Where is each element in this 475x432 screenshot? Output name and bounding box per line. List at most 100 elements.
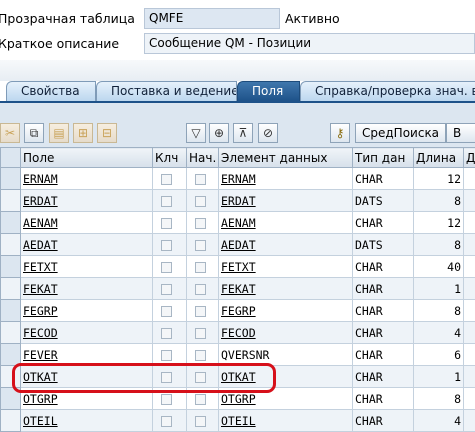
table-header-row: Поле Клч Нач. Элемент данных Тип дан Дли…: [1, 148, 475, 168]
key-checkbox[interactable]: [161, 306, 172, 317]
delete-field-icon[interactable]: ⊘: [258, 123, 278, 143]
insert-field-icon[interactable]: ⊕: [209, 123, 229, 143]
description-field[interactable]: Сообщение QM - Позиции: [144, 33, 475, 54]
row-selector[interactable]: [1, 256, 21, 278]
row-selector[interactable]: [1, 190, 21, 212]
tab-fields[interactable]: Поля: [237, 81, 300, 101]
table-row[interactable]: FEKATFEKATCHAR1: [1, 278, 475, 300]
table-row[interactable]: ERNAMERNAMCHAR12: [1, 168, 475, 190]
length-cell: 8: [414, 190, 464, 212]
init-checkbox[interactable]: [195, 240, 206, 251]
init-checkbox-cell: [187, 168, 219, 190]
field-name-cell[interactable]: AENAM: [21, 212, 153, 234]
data-element-cell[interactable]: FEGRP: [219, 300, 353, 322]
row-selector[interactable]: [1, 322, 21, 344]
table-row[interactable]: FEGRPFEGRPCHAR8: [1, 300, 475, 322]
length-cell: 8: [414, 388, 464, 410]
init-checkbox[interactable]: [195, 350, 206, 361]
length-cell: 12: [414, 168, 464, 190]
length-cell: 1: [414, 366, 464, 388]
col-header-dec[interactable]: Д: [464, 148, 475, 168]
cut-icon[interactable]: ✂: [0, 123, 20, 143]
col-header-field[interactable]: Поле: [21, 148, 153, 168]
init-checkbox[interactable]: [195, 174, 206, 185]
key-checkbox-cell: [153, 168, 187, 190]
key-checkbox[interactable]: [161, 240, 172, 251]
key-checkbox[interactable]: [161, 416, 172, 427]
init-checkbox[interactable]: [195, 416, 206, 427]
row-selector[interactable]: [1, 300, 21, 322]
row-selector[interactable]: [1, 344, 21, 366]
init-checkbox[interactable]: [195, 262, 206, 273]
structure-icon[interactable]: ⊼: [233, 123, 253, 143]
tab-input-help-check[interactable]: Справка/проверка знач. вв: [300, 81, 475, 101]
table-row[interactable]: FECODFECODCHAR4: [1, 322, 475, 344]
length-cell: 8: [414, 300, 464, 322]
type-cell: CHAR: [353, 256, 414, 278]
delete-row-icon[interactable]: ⊟: [97, 123, 117, 143]
data-element-cell[interactable]: ERNAM: [219, 168, 353, 190]
field-name-cell[interactable]: ERNAM: [21, 168, 153, 190]
key-checkbox[interactable]: [161, 196, 172, 207]
key-checkbox[interactable]: [161, 328, 172, 339]
field-name-cell[interactable]: ERDAT: [21, 190, 153, 212]
insert-row-icon[interactable]: ⊞: [73, 123, 93, 143]
tab-properties[interactable]: Свойства: [6, 81, 96, 101]
init-checkbox[interactable]: [195, 218, 206, 229]
key-checkbox[interactable]: [161, 262, 172, 273]
key-checkbox-cell: [153, 322, 187, 344]
key-checkbox[interactable]: [161, 174, 172, 185]
type-cell: CHAR: [353, 388, 414, 410]
table-row[interactable]: FETXTFETXTCHAR40: [1, 256, 475, 278]
init-checkbox-cell: [187, 212, 219, 234]
col-header-length[interactable]: Длина: [414, 148, 464, 168]
tab-delivery-maintenance[interactable]: Поставка и ведение: [96, 81, 237, 101]
table-name-field[interactable]: QMFE: [144, 8, 280, 29]
search-help-button[interactable]: СредПоиска: [355, 123, 446, 143]
col-header-data-element[interactable]: Элемент данных: [219, 148, 353, 168]
paste-icon[interactable]: ▤: [49, 123, 69, 143]
field-name-cell[interactable]: FEGRP: [21, 300, 153, 322]
key-checkbox[interactable]: [161, 218, 172, 229]
col-header-type[interactable]: Тип дан: [353, 148, 414, 168]
row-selector[interactable]: [1, 234, 21, 256]
init-checkbox[interactable]: [195, 394, 206, 405]
table-row[interactable]: AENAMAENAMCHAR12: [1, 212, 475, 234]
data-element-cell[interactable]: FECOD: [219, 322, 353, 344]
table-label: Прозрачная таблица: [0, 11, 135, 26]
select-all-cell[interactable]: [1, 148, 21, 168]
length-cell: 8: [414, 234, 464, 256]
row-selector[interactable]: [1, 212, 21, 234]
init-checkbox-cell: [187, 256, 219, 278]
copy-icon[interactable]: ⧉: [24, 123, 44, 143]
field-name-cell[interactable]: FEKAT: [21, 278, 153, 300]
row-selector[interactable]: [1, 278, 21, 300]
data-element-cell[interactable]: AENAM: [219, 212, 353, 234]
field-name-cell[interactable]: FETXT: [21, 256, 153, 278]
dec-cell: [464, 366, 475, 388]
init-checkbox[interactable]: [195, 196, 206, 207]
key-checkbox-cell: [153, 190, 187, 212]
data-element-cell[interactable]: FETXT: [219, 256, 353, 278]
dec-cell: [464, 322, 475, 344]
table-row[interactable]: ERDATERDATDATS8: [1, 190, 475, 212]
init-checkbox[interactable]: [195, 328, 206, 339]
key-checkbox[interactable]: [161, 350, 172, 361]
more-button[interactable]: В: [446, 123, 475, 143]
data-element-cell[interactable]: FEKAT: [219, 278, 353, 300]
col-header-key[interactable]: Клч: [153, 148, 187, 168]
filter-icon[interactable]: ▽: [186, 123, 206, 143]
init-checkbox[interactable]: [195, 284, 206, 295]
table-row[interactable]: AEDATAEDATDATS8: [1, 234, 475, 256]
key-checkbox[interactable]: [161, 394, 172, 405]
field-name-cell[interactable]: AEDAT: [21, 234, 153, 256]
col-header-init[interactable]: Нач.: [187, 148, 219, 168]
row-selector[interactable]: [1, 168, 21, 190]
field-name-cell[interactable]: FECOD: [21, 322, 153, 344]
data-element-cell[interactable]: AEDAT: [219, 234, 353, 256]
key-checkbox[interactable]: [161, 284, 172, 295]
key-icon[interactable]: ⚷: [330, 123, 350, 143]
init-checkbox[interactable]: [195, 306, 206, 317]
type-cell: DATS: [353, 190, 414, 212]
data-element-cell[interactable]: ERDAT: [219, 190, 353, 212]
